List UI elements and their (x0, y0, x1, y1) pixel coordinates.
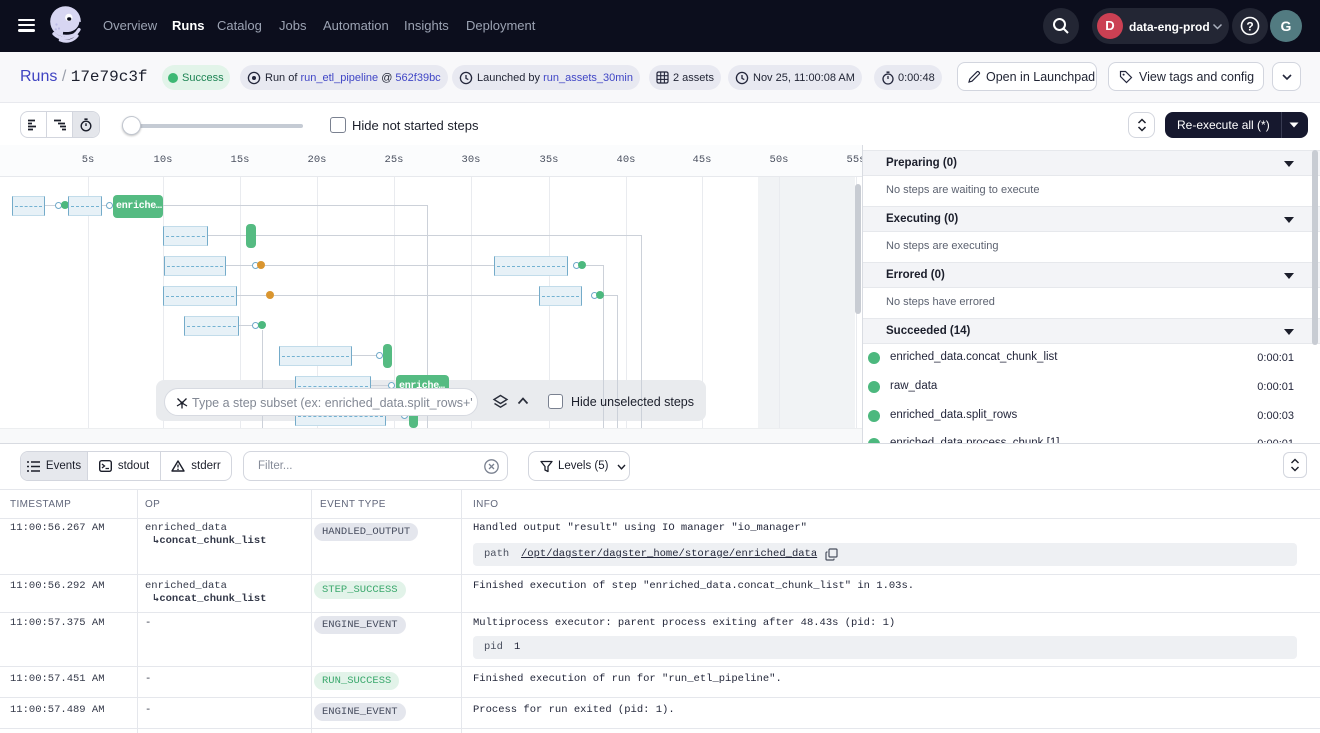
svg-text:?: ? (1246, 20, 1253, 34)
